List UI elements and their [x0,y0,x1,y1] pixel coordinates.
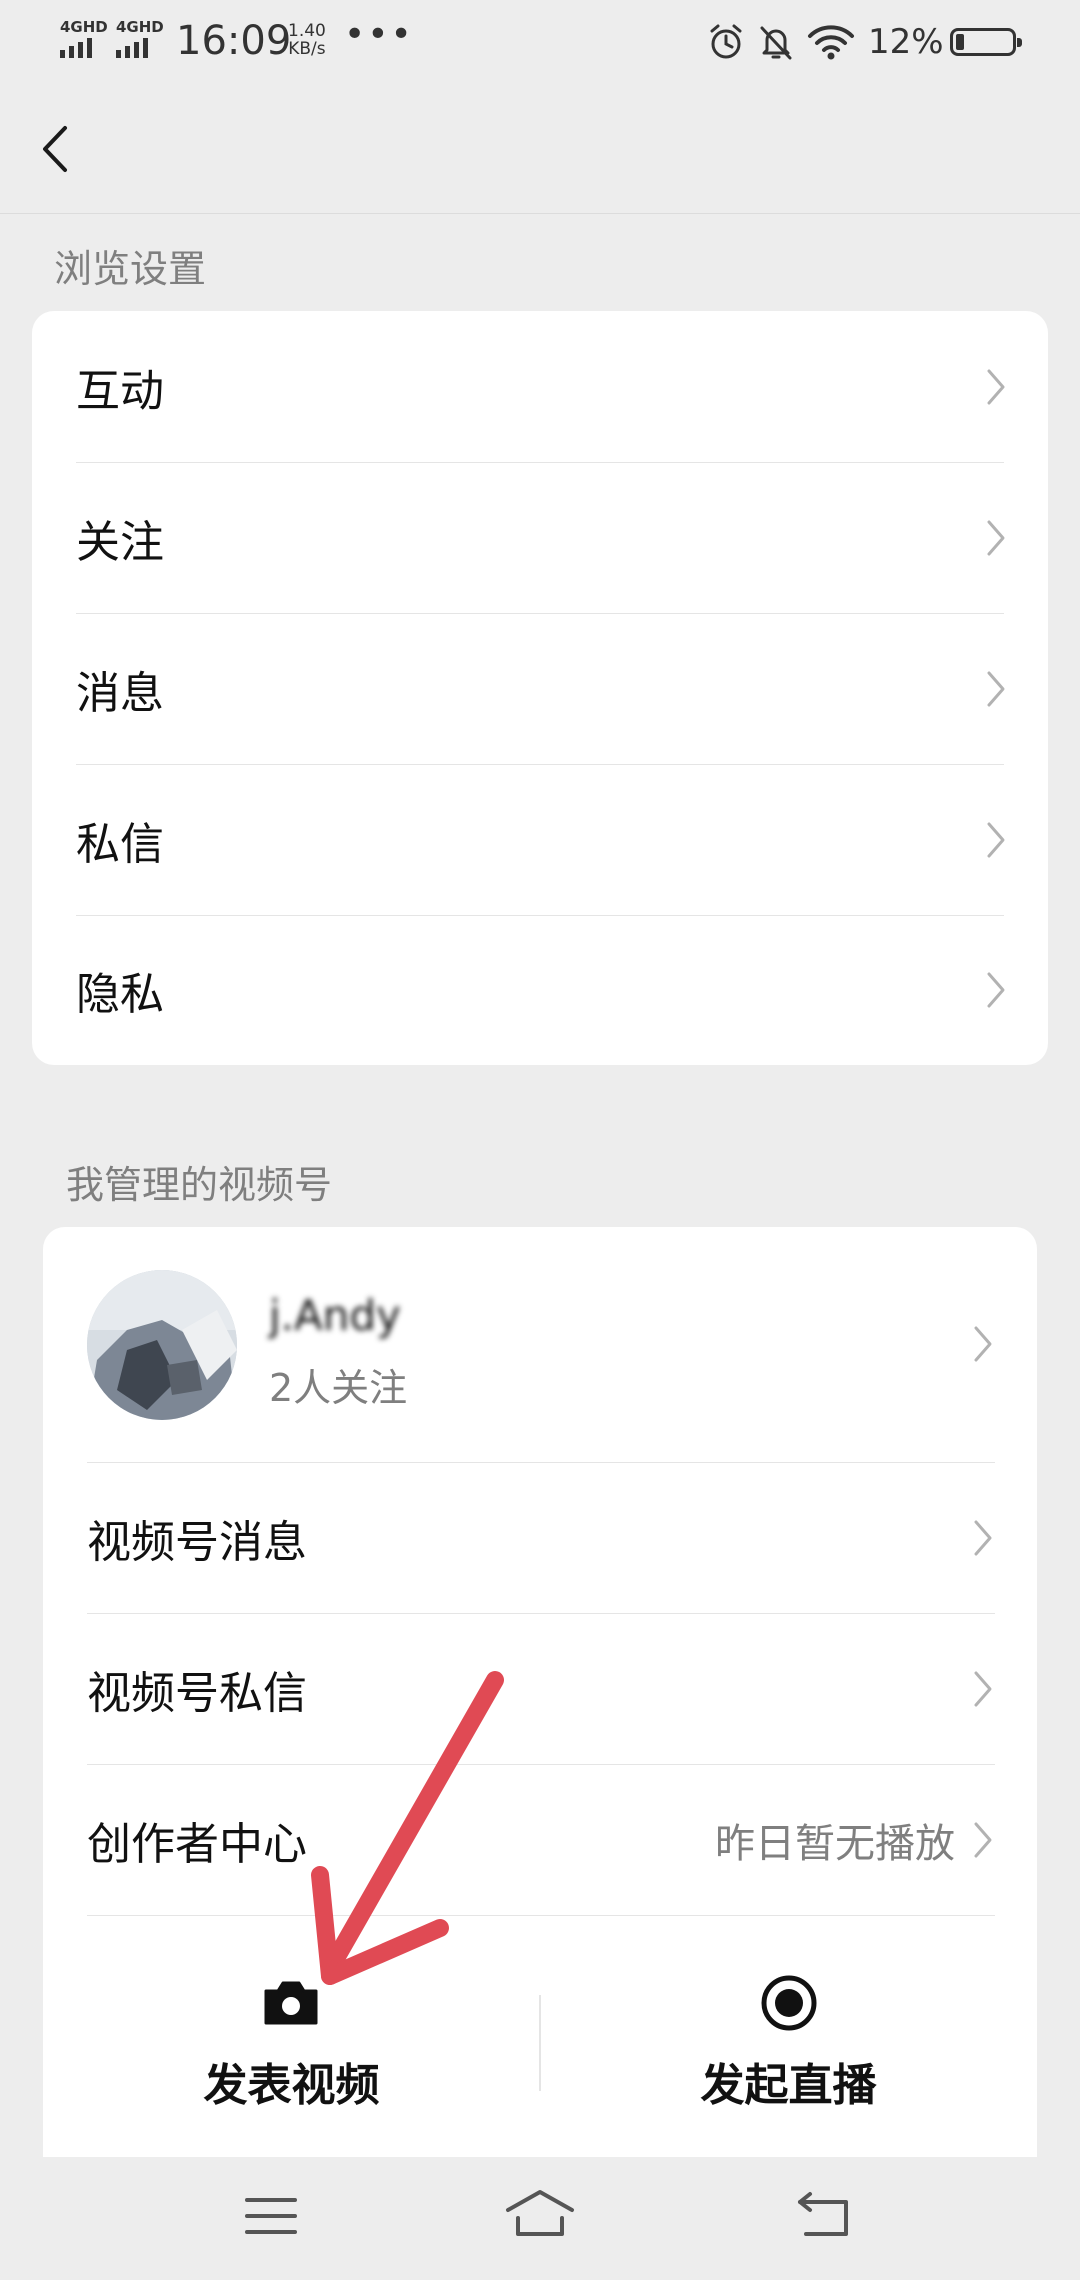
post-video-label: 发表视频 [203,2060,380,2111]
go-live-label: 发起直播 [700,2060,877,2111]
channel-account-row[interactable]: j.Andy 2人关注 [43,1227,1037,1462]
menu-icon[interactable] [244,2196,298,2236]
settings-item-label: 关注 [76,516,164,568]
browse-settings-title: 浏览设置 [54,247,207,291]
chevron-right-icon [987,972,1005,1008]
chevron-right-icon [987,369,1005,405]
network-speed: 1.40 KB/s [288,21,326,59]
chevron-right-icon [974,1326,992,1362]
battery-icon [950,28,1022,56]
wifi-icon [808,25,854,60]
settings-item-following[interactable]: 关注 [32,462,1048,613]
channels-card: j.Andy 2人关注 视频号消息 视频号私信 创作者中心 昨日暂无播放 发表视… [43,1227,1037,2157]
channel-item-label: 视频号私信 [87,1667,307,1719]
browse-settings-card: 互动 关注 消息 私信 隐私 [32,311,1048,1065]
status-bar: 4GHD 4GHD 16:09 1.40 KB/s ••• 12% [0,0,1080,86]
more-notifications-icon: ••• [344,14,414,55]
settings-item-label: 消息 [76,667,164,719]
creator-center-status: 昨日暂无播放 [715,1820,955,1867]
go-live-button[interactable]: 发起直播 [540,1915,1037,2157]
record-icon [761,1975,817,2031]
home-icon[interactable] [504,2188,576,2238]
clock: 16:09 [176,18,292,64]
back-button[interactable] [30,114,80,184]
creator-center-item[interactable]: 创作者中心 昨日暂无播放 [43,1764,1037,1915]
chevron-right-icon [974,1671,992,1707]
channel-messages-item[interactable]: 视频号消息 [43,1462,1037,1613]
avatar [87,1270,237,1420]
channel-follower-count: 2人关注 [269,1366,408,1410]
network-type-1: 4GHD [60,18,108,36]
mute-icon [760,26,792,60]
system-nav-bar [0,2150,1080,2280]
channels-title: 我管理的视频号 [66,1163,333,1207]
settings-item-label: 私信 [76,818,164,870]
network-type-2: 4GHD [116,18,164,36]
nav-header [0,86,1080,214]
channel-private-messages-item[interactable]: 视频号私信 [43,1613,1037,1764]
settings-item-private-messages[interactable]: 私信 [32,764,1048,915]
chevron-right-icon [987,671,1005,707]
battery-percent: 12% [868,22,944,62]
annotation-arrow-icon [311,1671,504,1985]
channel-item-label: 创作者中心 [87,1818,307,1870]
channel-account-name: j.Andy [269,1291,401,1340]
back-icon[interactable] [796,2190,852,2238]
chevron-right-icon [974,1822,992,1858]
settings-item-label: 隐私 [76,969,164,1020]
chevron-right-icon [987,822,1005,858]
chevron-left-icon [43,126,67,172]
alarm-icon [710,24,742,59]
chevron-right-icon [987,520,1005,556]
settings-item-interaction[interactable]: 互动 [32,311,1048,462]
settings-item-messages[interactable]: 消息 [32,613,1048,764]
settings-item-privacy[interactable]: 隐私 [32,915,1048,1065]
channel-item-label: 视频号消息 [87,1516,307,1568]
settings-item-label: 互动 [76,365,164,417]
chevron-right-icon [974,1520,992,1556]
